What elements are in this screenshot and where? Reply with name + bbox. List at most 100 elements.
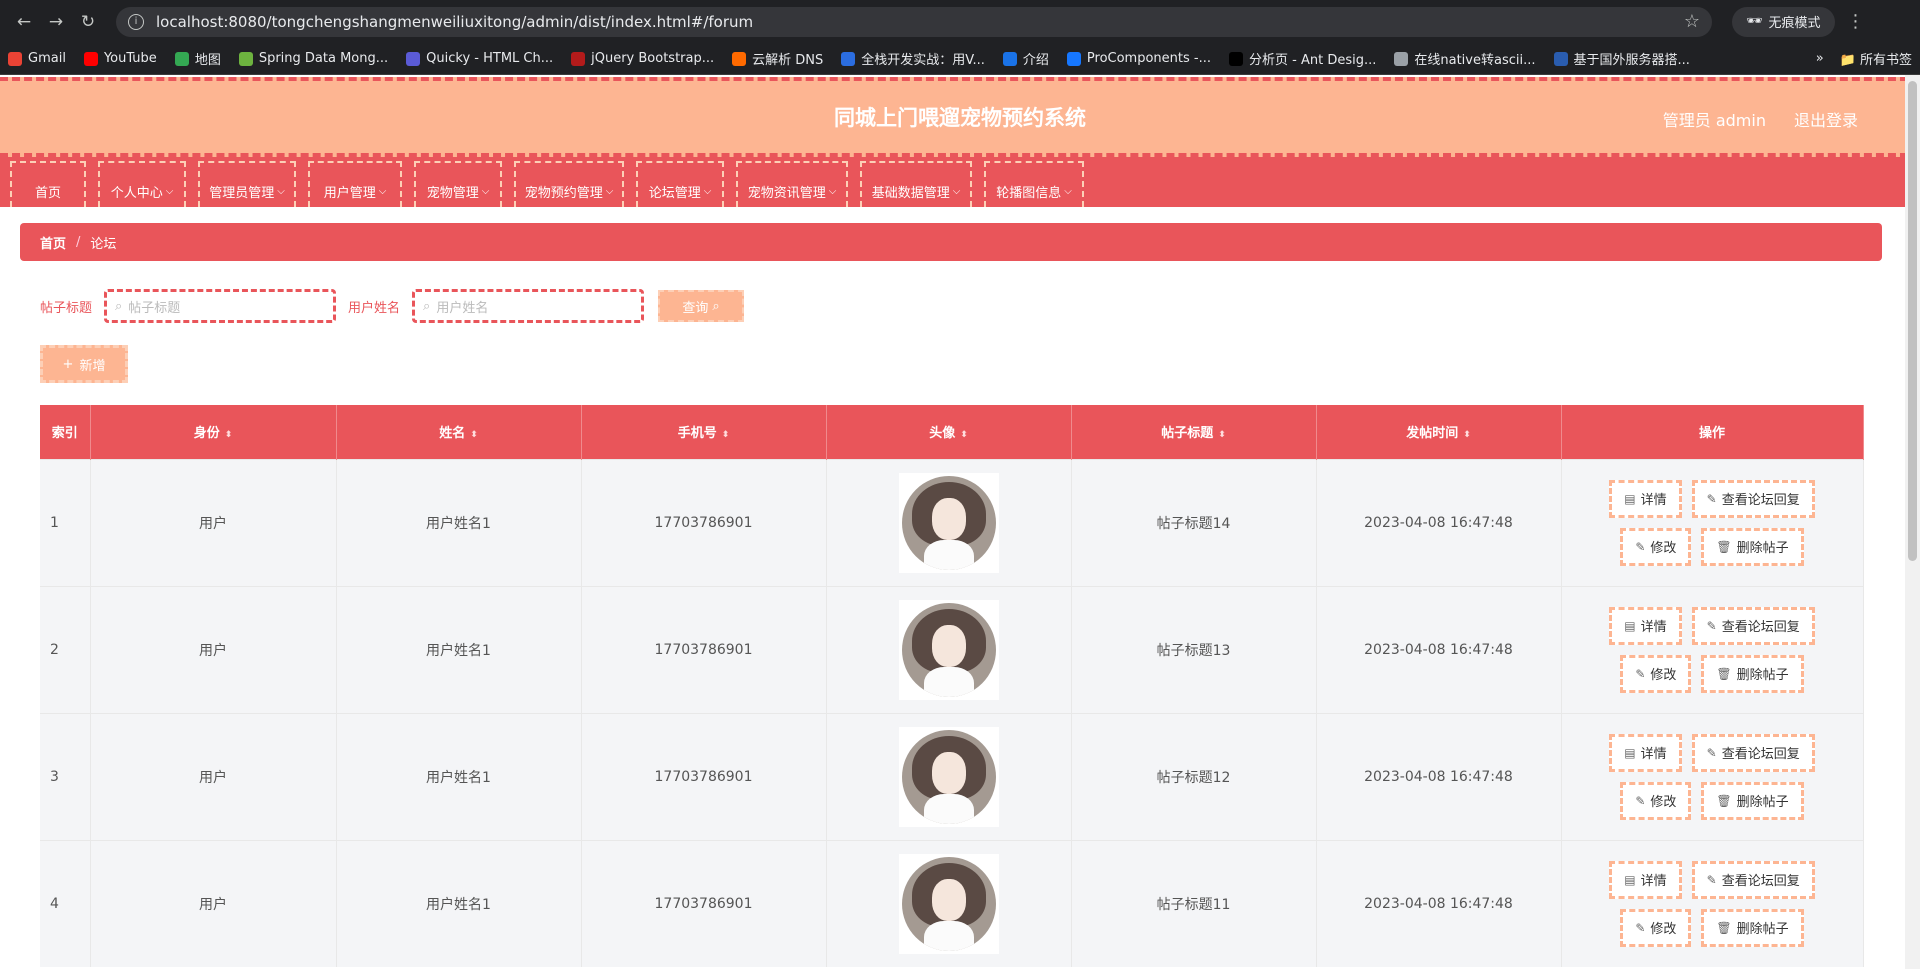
- row-name: 用户姓名1: [336, 458, 582, 586]
- sort-icon[interactable]: ⬍: [470, 430, 478, 440]
- column-header[interactable]: 帖子标题 ⬍: [1071, 405, 1317, 459]
- reload-icon[interactable]: ↻: [74, 8, 102, 36]
- delete-button-label: 删除帖子: [1736, 668, 1789, 683]
- view-replies-button[interactable]: ✎ 查看论坛回复: [1691, 479, 1815, 518]
- address-bar[interactable]: i localhost:8080/tongchengshangmenweiliu…: [116, 6, 1712, 37]
- column-header[interactable]: 发帖时间 ⬍: [1316, 405, 1562, 459]
- page-scrollbar[interactable]: [1905, 75, 1920, 969]
- column-header[interactable]: 身份 ⬍: [90, 405, 337, 459]
- nav-item-label: 个人中心: [110, 185, 163, 201]
- bookmark-item[interactable]: jQuery Bootstrap...: [571, 51, 714, 66]
- avatar-image: [901, 475, 996, 570]
- detail-button[interactable]: ▤ 详情: [1609, 606, 1682, 645]
- edit-icon: ✎: [1706, 872, 1717, 887]
- view-replies-button[interactable]: ✎ 查看论坛回复: [1691, 606, 1815, 645]
- detail-button[interactable]: ▤ 详情: [1609, 733, 1682, 772]
- bookmark-item[interactable]: 云解析 DNS: [732, 49, 823, 68]
- bookmark-item[interactable]: YouTube: [83, 51, 157, 66]
- trash-icon: 🗑: [1716, 666, 1732, 681]
- delete-button[interactable]: 🗑 删除帖子: [1701, 527, 1804, 566]
- delete-button[interactable]: 🗑 删除帖子: [1701, 781, 1804, 820]
- edit-button[interactable]: ✎ 修改: [1620, 781, 1692, 820]
- view-replies-button[interactable]: ✎ 查看论坛回复: [1691, 733, 1815, 772]
- bookmark-item[interactable]: ProComponents -...: [1066, 51, 1211, 66]
- nav-item[interactable]: 管理员管理 ⌵: [198, 161, 296, 207]
- nav-item-label: 宠物资讯管理: [747, 185, 826, 201]
- bookmark-item[interactable]: 基于国外服务器搭...: [1553, 49, 1690, 68]
- column-header[interactable]: 手机号 ⬍: [581, 405, 827, 459]
- breadcrumb-home[interactable]: 首页: [40, 233, 66, 252]
- bookmark-item[interactable]: Quicky - HTML Ch...: [406, 51, 553, 66]
- chevron-down-icon: ⌵: [165, 185, 174, 197]
- add-button[interactable]: + 新增: [40, 345, 128, 383]
- sort-icon[interactable]: ⬍: [225, 430, 233, 440]
- nav-item[interactable]: 宠物资讯管理 ⌵: [736, 161, 848, 207]
- row-index: 3: [40, 712, 91, 840]
- edit-icon: ✎: [1706, 745, 1717, 760]
- delete-button-label: 删除帖子: [1736, 541, 1789, 556]
- edit-button[interactable]: ✎ 修改: [1620, 527, 1692, 566]
- sort-icon[interactable]: ⬍: [960, 430, 968, 440]
- delete-button[interactable]: 🗑 删除帖子: [1701, 654, 1804, 693]
- bookmark-label: 基于国外服务器搭...: [1573, 53, 1690, 68]
- column-header[interactable]: 姓名 ⬍: [336, 405, 582, 459]
- bookmark-star-icon[interactable]: ☆: [1684, 11, 1700, 32]
- forward-icon[interactable]: →: [42, 8, 70, 36]
- nav-item-label: 宠物预约管理: [524, 185, 603, 201]
- detail-button[interactable]: ▤ 详情: [1609, 479, 1682, 518]
- delete-button-label: 删除帖子: [1736, 795, 1789, 810]
- app-header: 同城上门喂遛宠物预约系统 管理员 admin 退出登录: [0, 77, 1920, 157]
- scroll-thumb[interactable]: [1908, 81, 1917, 561]
- nav-item[interactable]: 宠物管理 ⌵: [414, 161, 502, 207]
- menu-icon[interactable]: ⋮: [1847, 11, 1865, 32]
- column-header[interactable]: 头像 ⬍: [826, 405, 1072, 459]
- all-bookmarks-label: 所有书签: [1859, 53, 1912, 68]
- document-icon: ▤: [1624, 745, 1636, 760]
- query-button[interactable]: 查询 ⌕: [658, 290, 745, 322]
- bookmark-item[interactable]: 全栈开发实战：用V...: [841, 49, 985, 68]
- sort-icon[interactable]: ⬍: [722, 430, 730, 440]
- nav-item[interactable]: 轮播图信息 ⌵: [984, 161, 1084, 207]
- bookmark-favicon-icon: [8, 51, 22, 66]
- bookmark-item[interactable]: 介绍: [1002, 49, 1049, 68]
- bookmark-item[interactable]: 分析页 - Ant Desig...: [1229, 49, 1376, 68]
- avatar[interactable]: [898, 726, 999, 827]
- view-replies-button[interactable]: ✎ 查看论坛回复: [1691, 860, 1815, 899]
- user-name-input[interactable]: ⌕ 用户姓名: [412, 289, 645, 323]
- bookmark-favicon-icon: [83, 51, 98, 66]
- url-text[interactable]: localhost:8080/tongchengshangmenweiliuxi…: [156, 13, 1684, 31]
- bookmark-favicon-icon: [1394, 51, 1409, 66]
- detail-button[interactable]: ▤ 详情: [1609, 860, 1682, 899]
- bookmark-item[interactable]: 在线native转ascii...: [1394, 49, 1536, 68]
- nav-item[interactable]: 宠物预约管理 ⌵: [514, 161, 624, 207]
- nav-item[interactable]: 基础数据管理 ⌵: [860, 161, 972, 207]
- avatar[interactable]: [898, 853, 999, 954]
- bookmark-item[interactable]: Gmail: [8, 51, 66, 66]
- sort-icon[interactable]: ⬍: [1218, 430, 1226, 440]
- avatar[interactable]: [898, 472, 999, 573]
- edit-button[interactable]: ✎ 修改: [1620, 908, 1692, 947]
- incognito-badge[interactable]: 🕶 无痕模式: [1732, 6, 1835, 37]
- nav-item[interactable]: 论坛管理 ⌵: [636, 161, 724, 207]
- row-name: 用户姓名1: [336, 712, 582, 840]
- bookmark-label: 地图: [194, 53, 221, 68]
- trash-icon: 🗑: [1716, 793, 1732, 808]
- bookmark-item[interactable]: 地图: [174, 49, 221, 68]
- bookmark-item[interactable]: Spring Data Mong...: [238, 51, 388, 66]
- view-replies-button-label: 查看论坛回复: [1721, 747, 1800, 762]
- all-bookmarks[interactable]: 📁 所有书签: [1840, 49, 1912, 68]
- back-icon[interactable]: ←: [10, 8, 38, 36]
- post-title-input[interactable]: ⌕ 帖子标题: [104, 289, 337, 323]
- more-bookmarks-icon[interactable]: »: [1816, 51, 1824, 66]
- logout-link[interactable]: 退出登录: [1794, 107, 1858, 131]
- edit-icon: ✎: [1706, 491, 1717, 506]
- edit-button[interactable]: ✎ 修改: [1620, 654, 1692, 693]
- site-info-icon[interactable]: i: [128, 13, 144, 30]
- avatar[interactable]: [898, 599, 999, 700]
- delete-button[interactable]: 🗑 删除帖子: [1701, 908, 1804, 947]
- sort-icon[interactable]: ⬍: [1463, 430, 1471, 440]
- nav-item[interactable]: 个人中心 ⌵: [98, 161, 186, 207]
- nav-item[interactable]: 首页: [10, 161, 86, 207]
- row-phone: 17703786901: [581, 712, 827, 840]
- nav-item[interactable]: 用户管理 ⌵: [308, 161, 402, 207]
